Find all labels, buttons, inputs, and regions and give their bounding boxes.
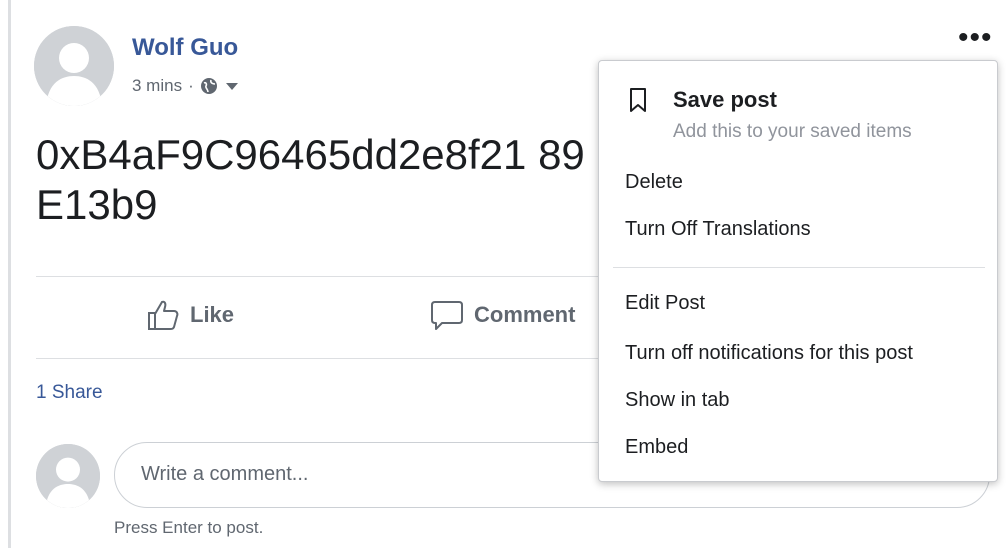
meta-separator: ·: [188, 76, 194, 95]
post-divider-top: [36, 276, 600, 277]
comment-hint: Press Enter to post.: [114, 518, 264, 537]
menu-item-save-post[interactable]: Save post Add this to your saved items: [599, 79, 997, 151]
default-avatar-icon: [36, 444, 100, 508]
post-divider-bottom: [36, 358, 600, 359]
menu-item-delete[interactable]: Delete: [625, 171, 683, 194]
privacy-dropdown-caret-icon[interactable]: [225, 82, 238, 90]
globe-icon[interactable]: [200, 77, 218, 95]
author-name[interactable]: Wolf Guo: [132, 34, 238, 62]
menu-item-edit-post[interactable]: Edit Post: [625, 292, 705, 315]
commenter-avatar: [36, 444, 100, 508]
menu-item-embed[interactable]: Embed: [625, 436, 688, 459]
post-options-menu: Save post Add this to your saved items D…: [598, 60, 998, 482]
menu-item-turn-off-notifications[interactable]: Turn off notifications for this post: [625, 342, 913, 365]
comment-label: Comment: [474, 302, 576, 327]
like-label: Like: [190, 302, 235, 327]
menu-item-turn-off-translations[interactable]: Turn Off Translations: [625, 218, 811, 241]
thumbs-up-icon: [148, 300, 179, 330]
author-avatar[interactable]: [34, 26, 114, 106]
menu-separator: [613, 267, 985, 268]
post-text: 0xB4aF9C96465dd2e8f21 89E13b9: [36, 131, 585, 228]
speech-bubble-icon: [431, 301, 463, 330]
comment-button[interactable]: Comment: [430, 298, 575, 332]
like-button[interactable]: Like: [146, 298, 234, 332]
post-options-button[interactable]: •••: [958, 23, 993, 53]
menu-item-show-in-tab[interactable]: Show in tab: [625, 389, 730, 412]
share-count[interactable]: 1 Share: [36, 382, 103, 404]
post-time[interactable]: 3 mins: [132, 76, 182, 96]
post-meta: 3 mins ·: [132, 76, 238, 96]
comment-placeholder: Write a comment...: [141, 463, 309, 485]
feed-left-border: [8, 0, 11, 548]
default-avatar-icon: [34, 26, 114, 106]
save-post-title: Save post: [673, 87, 777, 112]
save-post-subtitle: Add this to your saved items: [673, 121, 912, 142]
bookmark-icon: [630, 88, 646, 112]
